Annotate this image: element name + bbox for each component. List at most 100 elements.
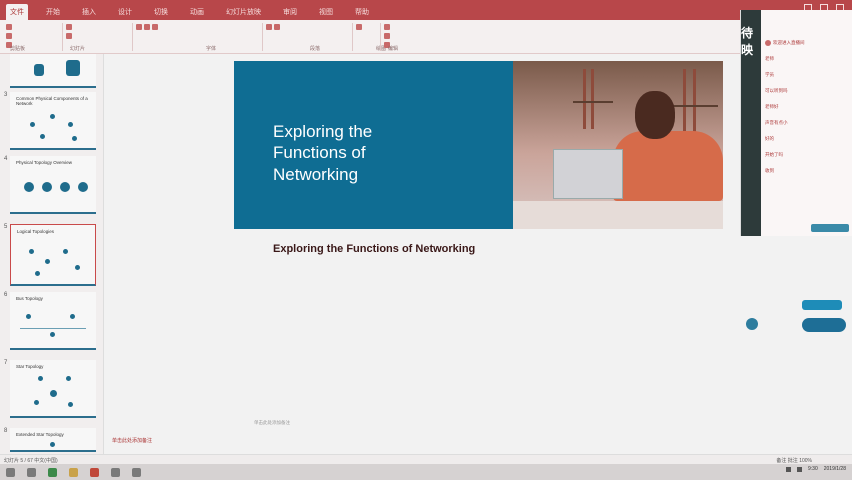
- slide-number: 3: [4, 92, 8, 98]
- group-divider: [380, 23, 381, 51]
- video-preview[interactable]: 待映: [741, 10, 761, 236]
- clock-time[interactable]: 9:30: [808, 466, 818, 472]
- volume-icon[interactable]: [797, 466, 803, 472]
- network-node-icon: [40, 134, 45, 139]
- layout-icon: [66, 32, 72, 39]
- library-student-photo[interactable]: [513, 61, 723, 229]
- copy-button[interactable]: [6, 31, 56, 40]
- replace-icon: [384, 32, 390, 39]
- folder-icon[interactable]: [69, 467, 78, 477]
- slides-group: 幻灯片: [66, 22, 126, 52]
- shelf: [673, 105, 718, 107]
- slide-thumbnail-selected[interactable]: Logical Topologies: [10, 224, 96, 286]
- network-node-icon: [72, 136, 77, 141]
- bookshelf: [683, 69, 686, 139]
- copy-icon: [6, 32, 12, 39]
- tab-home[interactable]: 开始: [42, 7, 64, 20]
- tab-help[interactable]: 帮助: [351, 7, 373, 20]
- slide-thumbnail[interactable]: [10, 54, 96, 88]
- ring-topology-icon: [42, 182, 52, 192]
- network-node-icon: [68, 402, 73, 407]
- bullets-button[interactable]: [266, 22, 346, 31]
- tab-view[interactable]: 视图: [315, 7, 337, 20]
- app-icon[interactable]: [132, 467, 141, 477]
- find-icon: [384, 23, 390, 30]
- slide-thumbnail[interactable]: Common Physical Components of a Network: [10, 92, 96, 150]
- chat-message: 收到: [765, 168, 774, 173]
- view-controls[interactable]: 备注 批注 100%: [776, 457, 812, 464]
- bookshelf: [591, 69, 594, 129]
- browser-icon[interactable]: [48, 467, 57, 477]
- laptop: [553, 149, 623, 199]
- replace-button[interactable]: [384, 31, 444, 40]
- powerpoint-icon[interactable]: [90, 467, 99, 477]
- font-name-select[interactable]: [136, 22, 256, 31]
- network-node-icon: [66, 376, 71, 381]
- font-group: 字体: [136, 22, 256, 52]
- slide-notes-heading[interactable]: Exploring the Functions of Networking: [273, 243, 475, 255]
- status-note: 单击此处添加备注: [112, 438, 153, 444]
- mesh-topology-icon: [78, 182, 88, 192]
- gift-button[interactable]: [802, 318, 846, 332]
- start-icon[interactable]: [6, 467, 15, 477]
- slide-thumbnail[interactable]: Extended Star Topology: [10, 428, 96, 452]
- find-button[interactable]: [384, 22, 444, 31]
- slide-thumbnail-title: Physical Topology Overview: [16, 160, 72, 165]
- group-label-font: 字体: [206, 46, 217, 52]
- shapes-icon: [356, 23, 362, 30]
- slide-number: 4: [4, 156, 8, 162]
- slide-number: 7: [4, 360, 8, 366]
- slide-canvas[interactable]: Exploring the Functions of Networking: [234, 61, 723, 229]
- network-node-icon: [50, 332, 55, 337]
- tab-insert[interactable]: 插入: [78, 7, 100, 20]
- network-node-icon: [75, 265, 80, 270]
- star-topology-icon: [60, 182, 70, 192]
- app-icon[interactable]: [111, 467, 120, 477]
- taskbar: 9:30 2019/1/28: [0, 464, 852, 480]
- slide-count: 幻灯片 5 / 67 中文(中国): [4, 458, 58, 464]
- status-bar: 幻灯片 5 / 67 中文(中国) 备注 批注 100%: [0, 454, 852, 464]
- system-tray: 9:30 2019/1/28: [786, 466, 846, 472]
- chat-message: 声音有点小: [765, 120, 788, 125]
- live-chat-panel[interactable]: 待映 欢迎进入直播间 老师 学员 可以听到吗 老师好 声音有点小 好的 开始了吗…: [740, 10, 852, 236]
- clock-date[interactable]: 2019/1/28: [824, 466, 846, 472]
- tab-file[interactable]: 文件: [6, 4, 28, 20]
- bus-line: [20, 328, 86, 329]
- follow-button[interactable]: [802, 300, 842, 310]
- network-node-icon: [50, 442, 55, 447]
- tab-animations[interactable]: 动画: [186, 7, 208, 20]
- network-node-icon: [38, 376, 43, 381]
- network-node-icon: [68, 122, 73, 127]
- network-node-icon: [50, 114, 55, 119]
- bus-topology-icon: [24, 182, 34, 192]
- cut-button[interactable]: [6, 22, 56, 31]
- paragraph-group: 段落: [266, 22, 346, 52]
- new-slide-button[interactable]: [66, 22, 126, 31]
- slide-thumbnail-pane[interactable]: 3 Common Physical Components of a Networ…: [0, 54, 104, 454]
- bullets-icon: [266, 23, 272, 30]
- tab-review[interactable]: 审阅: [279, 7, 301, 20]
- tab-slideshow[interactable]: 幻灯片放映: [222, 7, 265, 20]
- slide-title[interactable]: Exploring the Functions of Networking: [273, 121, 473, 185]
- layout-button[interactable]: [66, 31, 126, 40]
- slide-thumbnail-title: Common Physical Components of a Network: [16, 96, 88, 106]
- group-divider: [262, 23, 263, 51]
- notes-placeholder[interactable]: 单击此处添加备注: [254, 420, 290, 426]
- ribbon: 剪贴板 幻灯片 字体 段落 绘图 编辑: [0, 20, 740, 54]
- slide-thumbnail[interactable]: Bus Topology: [10, 292, 96, 350]
- avatar: [765, 40, 771, 46]
- slide-thumbnail-title: Bus Topology: [16, 296, 43, 301]
- slide-thumbnail[interactable]: Star Topology: [10, 360, 96, 418]
- tab-transitions[interactable]: 切换: [150, 7, 172, 20]
- network-icon[interactable]: [786, 466, 792, 472]
- slide-thumbnail[interactable]: Physical Topology Overview: [10, 156, 96, 214]
- shelf: [573, 101, 613, 103]
- group-divider: [62, 23, 63, 51]
- network-node-icon: [30, 122, 35, 127]
- chat-bubble-icon[interactable]: [746, 318, 758, 330]
- tab-design[interactable]: 设计: [114, 7, 136, 20]
- group-divider: [132, 23, 133, 51]
- search-icon[interactable]: [27, 467, 36, 477]
- chat-send-button[interactable]: [811, 224, 849, 232]
- slide-number: 6: [4, 292, 8, 298]
